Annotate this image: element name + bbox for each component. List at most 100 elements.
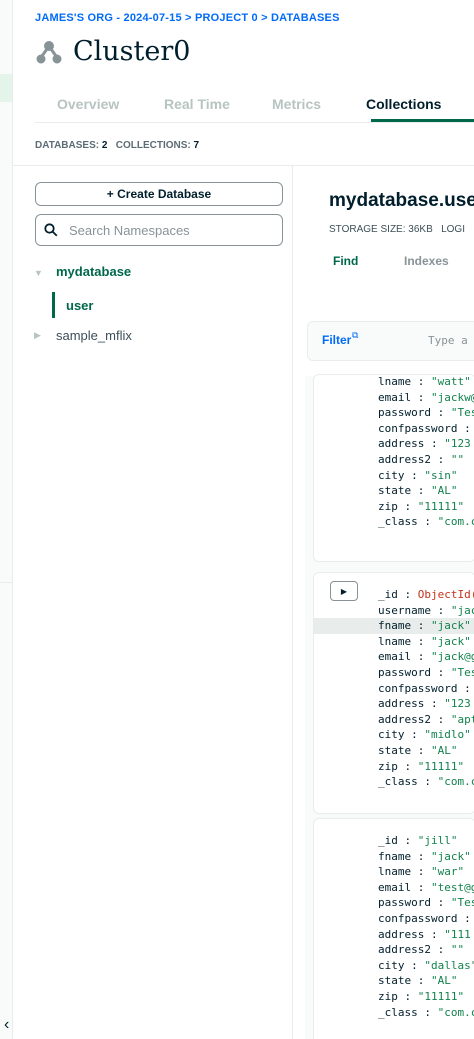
field-value: "AL" [431,744,458,757]
field-value: "dallas" [424,958,474,972]
document-field[interactable]: _class : "com.c [378,1006,474,1019]
tab-real-time[interactable]: Real Time [164,96,230,112]
field-value: "jac [450,603,474,617]
document-field[interactable]: _class : "com.c [378,515,474,528]
document-field[interactable]: zip : "11111" [378,760,464,773]
cluster-name: Cluster0 [73,36,191,67]
databases-count: 2 [101,140,108,151]
tab-find[interactable]: Find [333,254,358,268]
document-field[interactable]: city : "dallas" [378,959,474,972]
document-field[interactable]: password : "Tes [378,896,474,909]
sidebar-item-sample-mflix[interactable]: ▶ sample_mflix [34,328,132,343]
document-field[interactable]: address2 : "apt [378,713,474,726]
document-field[interactable]: address2 : "" [378,943,464,956]
field-separator: : [430,943,451,957]
field-key: _class [378,1005,418,1019]
expand-document-button[interactable]: ▶ [330,581,358,601]
document-field[interactable]: lname : "jack" [378,635,471,648]
tab-indexes[interactable]: Indexes [404,254,449,268]
sidebar-item-mydatabase[interactable]: ▼ mydatabase [34,264,131,279]
field-value: "" [450,943,465,957]
document-field[interactable]: email : "jack@g [378,650,474,663]
database-counts: DATABASES: 2 COLLECTIONS: 7 [35,140,199,151]
document-field[interactable]: state : "AL" [378,974,458,987]
document-card[interactable]: ▶ _id : ObjectId(' username : "jac fname :… [313,572,474,814]
document-field[interactable]: zip : "11111" [378,990,464,1003]
document-field[interactable]: email : "jackw@ [378,391,474,404]
collection-main: mydatabase.user STORAGE SIZE: 36KB LOGI … [293,166,474,1039]
field-separator: : [411,865,431,879]
field-value: ObjectId(' [417,588,474,601]
document-field[interactable]: address : "123 [378,437,471,450]
field-value: "11111" [417,499,465,513]
sidebar-item-user[interactable]: user [52,290,292,320]
document-field[interactable]: city : "sin" [378,469,458,482]
cluster-tabs: Overview Real Time Metrics Collections [35,90,474,123]
logical-size-label: LOGI [441,224,465,235]
document-field[interactable]: email : "test@g [378,881,474,894]
field-key: state [378,744,412,757]
document-field[interactable]: confpassword : [378,422,471,435]
field-separator: : [430,896,451,910]
document-field[interactable]: address2 : "" [378,453,464,466]
field-separator: : [457,912,471,925]
document-field[interactable]: _id : ObjectId(' [378,588,474,601]
field-key: email [378,880,412,894]
field-separator: : [397,588,418,601]
field-separator: : [430,406,451,420]
storage-size-label: STORAGE SIZE: [329,224,406,235]
document-field[interactable]: username : "jac [378,604,474,617]
field-key: state [378,484,412,498]
tab-overview[interactable]: Overview [57,96,119,112]
field-value: "Tes [450,666,474,679]
field-key: _class [378,515,418,529]
field-value: "apt [450,712,474,726]
document-field[interactable]: fname : "jack" [378,850,471,863]
tab-collections[interactable]: Collections [366,96,441,112]
field-key: city [378,958,405,972]
document-field[interactable]: zip : "11111" [378,500,464,513]
field-key: address [378,697,425,711]
breadcrumb[interactable]: JAMES'S ORG - 2024-07-15 > PROJECT 0 > D… [35,12,340,24]
field-key: city [378,728,405,742]
document-field[interactable]: lname : "watt" [378,375,471,388]
field-key: state [378,974,412,988]
field-separator: : [417,775,438,789]
document-field[interactable]: city : "midlo" [378,728,471,741]
database-label: sample_mflix [56,328,132,343]
field-value: "111 [444,927,471,941]
field-key: lname [378,865,412,879]
document-card[interactable]: lname : "watt" email : "jackw@ password : … [313,374,474,562]
field-separator: : [430,453,451,466]
document-field[interactable]: address : "111 [378,928,471,941]
field-separator: : [411,375,431,388]
document-field[interactable]: fname : "jack" [378,619,471,632]
databases-count-label: DATABASES: [35,140,100,151]
document-field[interactable]: state : "AL" [378,744,458,757]
document-field[interactable]: confpassword : [378,912,471,925]
tab-metrics[interactable]: Metrics [272,96,321,112]
document-field[interactable]: confpassword : [378,682,471,695]
field-key: lname [378,375,412,388]
document-card[interactable]: _id : "jill" fname : "jack" lname : "war" e… [313,818,474,1039]
field-key: _class [378,775,418,789]
field-key: city [378,468,405,482]
create-database-button[interactable]: + Create Database [35,182,283,206]
document-field[interactable]: address : "123 [378,697,471,710]
document-field[interactable]: lname : "war" [378,865,464,878]
document-field[interactable]: _id : "jill" [378,834,458,847]
field-separator: : [397,834,418,847]
search-icon [44,223,58,237]
field-separator: : [404,958,425,972]
document-field[interactable]: state : "AL" [378,484,458,497]
field-value: "123 [444,437,471,451]
document-field[interactable]: _class : "com.c [378,775,474,788]
filter-link[interactable]: Filter [322,333,351,347]
field-value: "jack" [431,849,471,863]
document-field[interactable]: password : "Tes [378,406,474,419]
namespace-sidebar: + Create Database ▼ mydatabase user ▶ sa… [12,166,293,1039]
search-namespaces-input[interactable] [67,221,271,239]
filter-input[interactable]: Type a [428,334,468,347]
document-field[interactable]: password : "Tes [378,666,474,679]
field-separator: : [430,666,451,679]
